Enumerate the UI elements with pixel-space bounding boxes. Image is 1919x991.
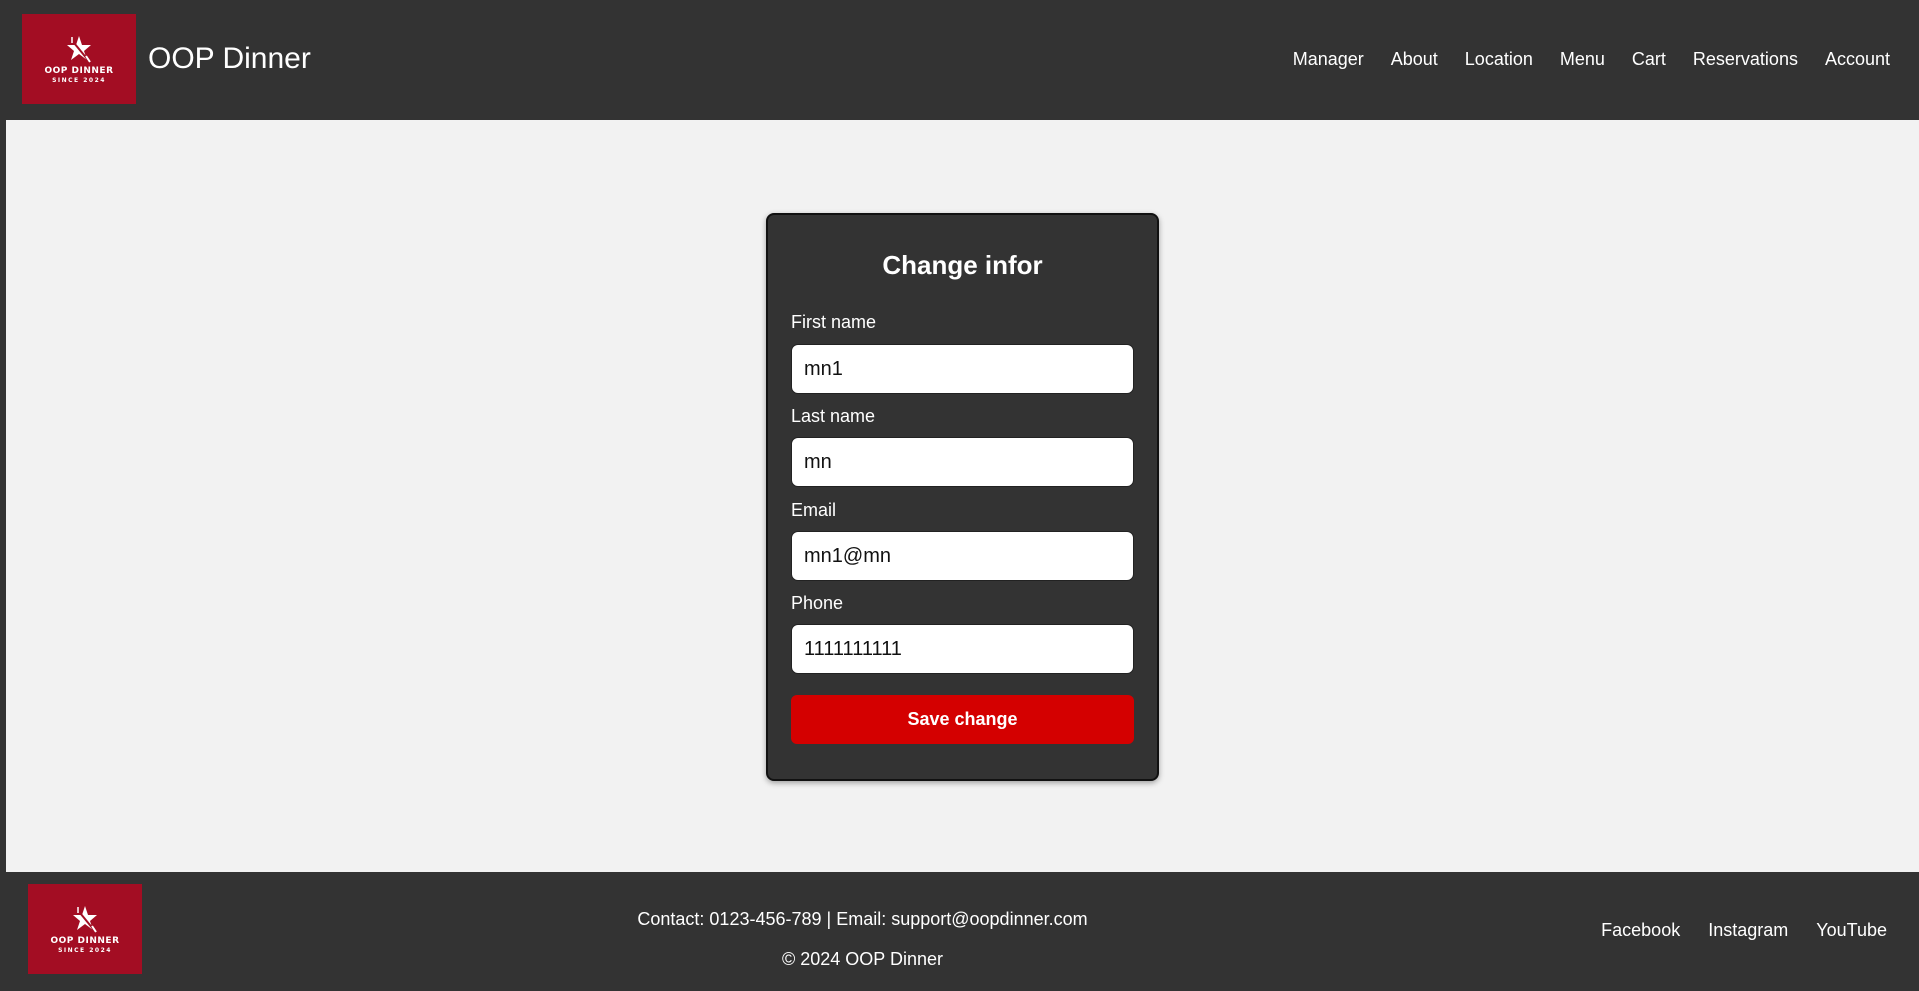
star-fork-icon xyxy=(64,34,94,64)
main-content: Change infor First name Last name Email … xyxy=(6,120,1919,872)
social-link-instagram[interactable]: Instagram xyxy=(1708,919,1788,941)
phone-field[interactable] xyxy=(791,624,1134,674)
form-title: Change infor xyxy=(882,250,1043,280)
nav-item-manager[interactable]: Manager xyxy=(1293,48,1364,70)
change-info-form: Change infor First name Last name Email … xyxy=(766,213,1159,781)
logo-name: OOP DINNER xyxy=(50,936,120,946)
nav-item-about[interactable]: About xyxy=(1391,48,1438,70)
email-label: Email xyxy=(791,500,837,520)
nav-item-cart[interactable]: Cart xyxy=(1632,48,1666,70)
brand-name[interactable]: OOP Dinner xyxy=(148,40,311,78)
first-name-label: First name xyxy=(791,312,877,332)
header-logo[interactable]: OOP DINNER SINCE 2024 xyxy=(22,14,136,104)
save-change-button[interactable]: Save change xyxy=(791,695,1134,744)
nav-item-menu[interactable]: Menu xyxy=(1560,48,1605,70)
logo-name: OOP DINNER xyxy=(44,66,114,76)
social-link-youtube[interactable]: YouTube xyxy=(1816,919,1887,941)
phone-label: Phone xyxy=(791,593,844,613)
logo-since: SINCE 2024 xyxy=(52,77,106,84)
social-links: Facebook Instagram YouTube xyxy=(1573,919,1887,941)
site-footer: OOP DINNER SINCE 2024 Contact: 0123-456-… xyxy=(6,872,1919,991)
nav-item-account[interactable]: Account xyxy=(1825,48,1890,70)
last-name-label: Last name xyxy=(791,406,876,426)
site-header: OOP DINNER SINCE 2024 OOP Dinner Manager… xyxy=(0,0,1919,120)
main-nav: Manager About Location Menu Cart Reserva… xyxy=(1266,48,1890,70)
nav-item-location[interactable]: Location xyxy=(1465,48,1533,70)
social-link-facebook[interactable]: Facebook xyxy=(1601,919,1680,941)
last-name-field[interactable] xyxy=(791,437,1134,487)
contact-text: Contact: 0123-456-789 | Email: support@o… xyxy=(637,909,1088,929)
nav-item-reservations[interactable]: Reservations xyxy=(1693,48,1798,70)
copyright-text: © 2024 OOP Dinner xyxy=(781,949,943,969)
first-name-field[interactable] xyxy=(791,344,1134,394)
email-field[interactable] xyxy=(791,531,1134,581)
